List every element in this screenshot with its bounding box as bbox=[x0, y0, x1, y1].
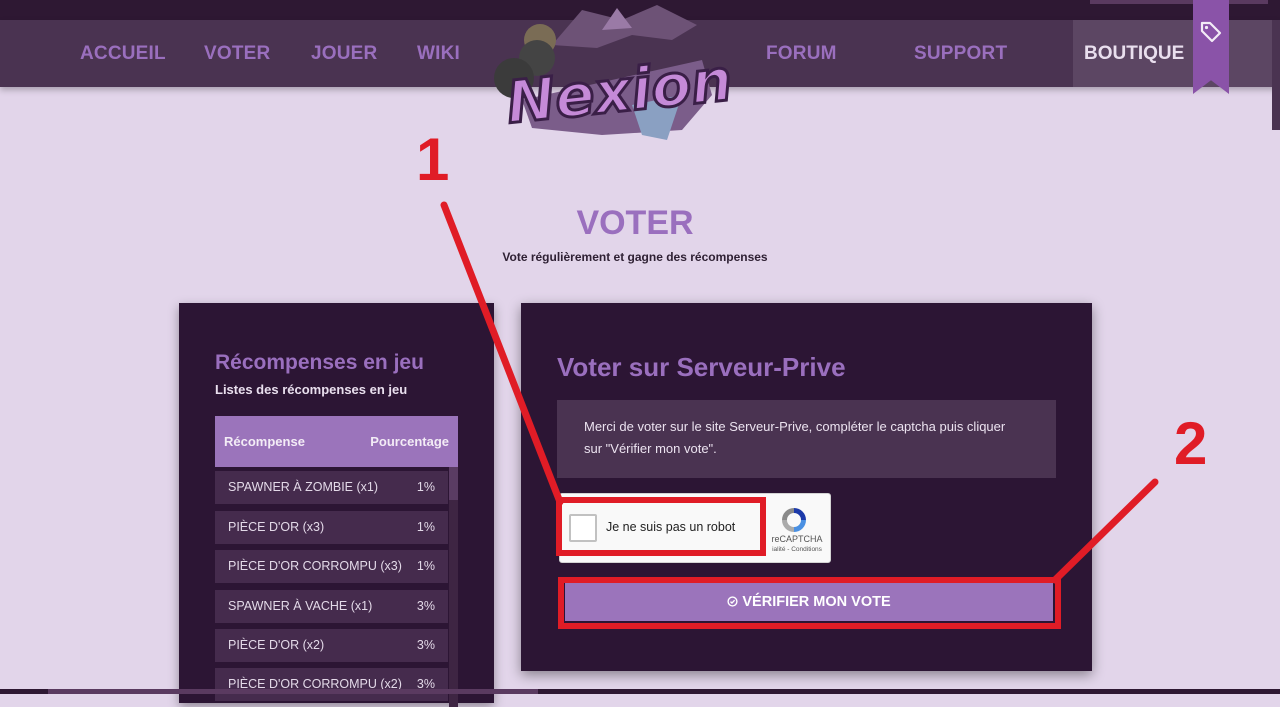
nav-jouer[interactable]: JOUER bbox=[311, 20, 377, 87]
bottom-strip bbox=[0, 689, 1280, 694]
reward-name: PIÈCE D'OR (x2) bbox=[228, 638, 325, 652]
verify-vote-button[interactable]: VÉRIFIER MON VOTE bbox=[565, 583, 1053, 621]
reward-percent: 1% bbox=[416, 480, 435, 494]
rewards-panel: Récompenses en jeu Listes des récompense… bbox=[179, 303, 494, 707]
tag-icon bbox=[1200, 21, 1222, 43]
reward-percent: 1% bbox=[416, 559, 435, 573]
annotation-label-1: 1 bbox=[416, 126, 450, 193]
reward-percent: 3% bbox=[416, 599, 435, 613]
boutique-ribbon[interactable] bbox=[1193, 0, 1229, 94]
reward-percent: 1% bbox=[416, 520, 435, 534]
vote-panel: Voter sur Serveur-Prive Merci de voter s… bbox=[521, 303, 1092, 671]
scrollbar-edge bbox=[1272, 20, 1280, 130]
nav-voter[interactable]: VOTER bbox=[204, 20, 270, 87]
recaptcha-checkbox[interactable] bbox=[569, 514, 597, 542]
col-header-percent: Pourcentage bbox=[370, 434, 449, 449]
reward-name: PIÈCE D'OR CORROMPU (x3) bbox=[228, 559, 402, 573]
reward-name: PIÈCE D'OR (x3) bbox=[228, 520, 325, 534]
rewards-title: Récompenses en jeu bbox=[215, 351, 424, 374]
recaptcha-terms[interactable]: ialité - Conditions bbox=[768, 546, 826, 553]
rewards-subtitle: Listes des récompenses en jeu bbox=[215, 382, 408, 397]
annotation-label-2: 2 bbox=[1174, 410, 1208, 477]
reward-name: SPAWNER À ZOMBIE (x1) bbox=[228, 480, 379, 494]
table-row: SPAWNER À ZOMBIE (x1) 1% bbox=[215, 471, 448, 504]
nav-boutique[interactable]: BOUTIQUE bbox=[1073, 20, 1273, 87]
nav-support[interactable]: SUPPORT bbox=[914, 20, 1007, 87]
vote-title: Voter sur Serveur-Prive bbox=[557, 352, 846, 382]
nexion-logo[interactable]: Nexion bbox=[482, 0, 742, 145]
page-subtitle: Vote régulièrement et gagne des récompen… bbox=[502, 250, 768, 264]
recaptcha-label: Je ne suis pas un robot bbox=[606, 520, 736, 534]
col-header-reward: Récompense bbox=[224, 434, 305, 449]
reward-percent: 3% bbox=[416, 638, 435, 652]
table-row: PIÈCE D'OR CORROMPU (x3) 1% bbox=[215, 550, 448, 583]
nav-accueil[interactable]: ACCUEIL bbox=[80, 20, 166, 87]
nav-forum[interactable]: FORUM bbox=[766, 20, 837, 87]
vote-info-text: Merci de voter sur le site Serveur-Prive… bbox=[584, 419, 1006, 456]
nav-wiki[interactable]: WIKI bbox=[417, 20, 460, 87]
reward-name: PIÈCE D'OR CORROMPU (x2) bbox=[228, 677, 402, 691]
page-title: VOTER bbox=[576, 204, 694, 242]
verify-vote-label: VÉRIFIER MON VOTE bbox=[742, 594, 891, 610]
reward-percent: 3% bbox=[416, 677, 435, 691]
rewards-scroll-track[interactable] bbox=[449, 467, 458, 707]
table-row: PIÈCE D'OR (x2) 3% bbox=[215, 629, 448, 662]
table-row: PIÈCE D'OR (x3) 1% bbox=[215, 511, 448, 544]
recaptcha-widget: Je ne suis pas un robot reCAPTCHA ialité… bbox=[559, 493, 831, 563]
table-row: SPAWNER À VACHE (x1) 3% bbox=[215, 590, 448, 623]
recaptcha-icon bbox=[782, 508, 806, 532]
nav-boutique-label: BOUTIQUE bbox=[1084, 43, 1185, 64]
vote-info-box: Merci de voter sur le site Serveur-Prive… bbox=[557, 400, 1056, 478]
rewards-scroll-thumb[interactable] bbox=[449, 467, 458, 500]
table-row: PIÈCE D'OR CORROMPU (x2) 3% bbox=[215, 668, 448, 701]
reward-name: SPAWNER À VACHE (x1) bbox=[228, 599, 373, 613]
recaptcha-brand: reCAPTCHA bbox=[771, 534, 823, 544]
check-circle-icon bbox=[727, 596, 738, 607]
rewards-table-header: Récompense Pourcentage bbox=[215, 416, 458, 467]
